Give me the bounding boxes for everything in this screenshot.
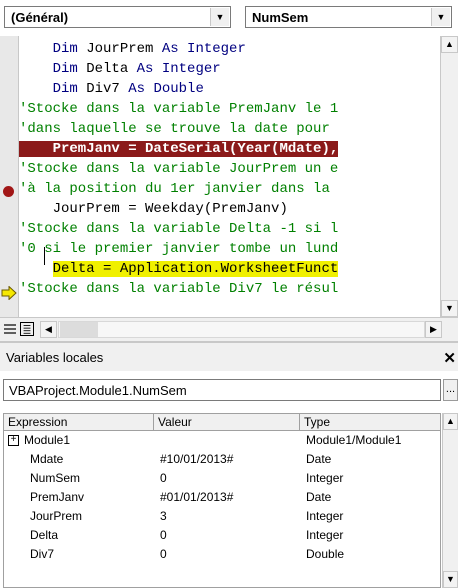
expand-plus-icon[interactable]: + — [8, 435, 19, 446]
comment-line: 'Stocke dans la variable Delta -1 si l — [19, 221, 339, 237]
row-expression: PremJanv — [30, 490, 85, 504]
code-line: Dim Div7 As Double — [52, 81, 204, 97]
row-value: 0 — [160, 528, 167, 542]
close-icon[interactable]: ✕ — [443, 349, 456, 367]
horizontal-scroll-thumb[interactable] — [60, 322, 98, 337]
scroll-right-arrow-icon[interactable]: ▶ — [425, 321, 442, 338]
row-type: Date — [306, 490, 332, 504]
table-row[interactable]: Mdate #10/01/2013# Date — [4, 450, 440, 468]
indicator-margin[interactable] — [0, 36, 19, 317]
chevron-down-icon[interactable]: ▼ — [210, 8, 229, 26]
breakpoint-line: PremJanv = DateSerial(Year(Mdate), — [19, 141, 339, 157]
comment-line: 'à la position du 1er janvier dans la — [19, 181, 330, 197]
code-window: (Général) ▼ NumSem ▼ Dim JourPrem As Int… — [0, 0, 458, 341]
row-value: #01/01/2013# — [160, 490, 234, 504]
row-expression: Delta — [30, 528, 59, 542]
row-expression: JourPrem — [30, 509, 83, 523]
code-horizontal-scrollbar[interactable] — [58, 321, 425, 338]
object-combo[interactable]: (Général) ▼ — [4, 6, 231, 28]
locals-table: Expression Valeur Type + Module1 Module1… — [3, 413, 441, 588]
code-editor[interactable]: Dim JourPrem As Integer Dim Delta As Int… — [19, 36, 440, 317]
object-combo-value: (Général) — [11, 10, 69, 25]
row-type: Integer — [306, 471, 344, 485]
column-header-expression[interactable]: Expression — [4, 414, 154, 431]
table-row[interactable]: Delta 0 Integer — [4, 526, 440, 544]
breakpoint-dot-icon[interactable] — [3, 186, 14, 197]
table-row[interactable]: + Module1 Module1/Module1 — [4, 431, 440, 449]
row-expression: Div7 — [30, 547, 55, 561]
table-row[interactable]: JourPrem 3 Integer — [4, 507, 440, 525]
locals-context-field: VBAProject.Module1.NumSem — [3, 379, 441, 401]
column-header-type[interactable]: Type — [300, 414, 440, 431]
comment-line: 'Stocke dans la variable JourPrem un e — [19, 161, 339, 177]
locals-vertical-scrollbar[interactable]: ▲ ▼ — [442, 413, 458, 588]
locals-context-value: VBAProject.Module1.NumSem — [9, 383, 187, 398]
procedure-view-icon[interactable] — [3, 322, 17, 336]
scroll-up-arrow-icon[interactable]: ▲ — [443, 413, 458, 430]
table-row[interactable]: NumSem 0 Integer — [4, 469, 440, 487]
comment-line: '0 si le premier janvier tombe un lund — [19, 241, 339, 257]
code-vertical-scrollbar[interactable]: ▲ ▼ — [440, 36, 458, 317]
procedure-combo[interactable]: NumSem ▼ — [245, 6, 452, 28]
scroll-down-arrow-icon[interactable]: ▼ — [441, 300, 458, 317]
code-line: Dim Delta As Integer — [52, 61, 221, 77]
full-module-view-icon[interactable] — [20, 322, 34, 336]
comment-line: 'dans laquelle se trouve la date pour — [19, 121, 330, 137]
procedure-combo-value: NumSem — [252, 10, 309, 25]
row-expression: Module1 — [24, 433, 71, 447]
current-execution-line: Delta = Application.WorksheetFunct — [52, 261, 339, 277]
row-value: 3 — [160, 509, 167, 523]
text-caret — [44, 247, 45, 265]
call-stack-button[interactable]: ... — [443, 379, 458, 401]
row-value: 0 — [160, 471, 167, 485]
locals-title: Variables locales — [6, 350, 104, 365]
scroll-down-arrow-icon[interactable]: ▼ — [443, 571, 458, 588]
scroll-up-arrow-icon[interactable]: ▲ — [441, 36, 458, 53]
comment-line: 'Stocke dans la variable Div7 le résul — [19, 281, 339, 297]
locals-window: Variables locales ✕ VBAProject.Module1.N… — [0, 341, 458, 588]
scroll-left-arrow-icon[interactable]: ◀ — [40, 321, 57, 338]
code-bottom-bar: ◀ ▶ — [0, 317, 458, 341]
comment-line: 'Stocke dans la variable PremJanv le 1 — [19, 101, 339, 117]
row-type: Double — [306, 547, 345, 561]
row-value: 0 — [160, 547, 167, 561]
table-row[interactable]: PremJanv #01/01/2013# Date — [4, 488, 440, 506]
code-line: JourPrem = Weekday(PremJanv) — [19, 201, 288, 217]
code-line: Dim JourPrem As Integer — [52, 41, 246, 57]
row-type: Module1/Module1 — [306, 433, 402, 447]
row-type: Integer — [306, 528, 344, 542]
chevron-down-icon[interactable]: ▼ — [431, 8, 450, 26]
column-header-value[interactable]: Valeur — [154, 414, 300, 431]
table-row[interactable]: Div7 0 Double — [4, 545, 440, 563]
row-type: Date — [306, 452, 332, 466]
locals-title-bar: Variables locales ✕ — [0, 341, 458, 371]
execution-arrow-icon — [1, 286, 17, 300]
row-expression: Mdate — [30, 452, 64, 466]
row-expression: NumSem — [30, 471, 81, 485]
row-type: Integer — [306, 509, 344, 523]
row-value: #10/01/2013# — [160, 452, 234, 466]
